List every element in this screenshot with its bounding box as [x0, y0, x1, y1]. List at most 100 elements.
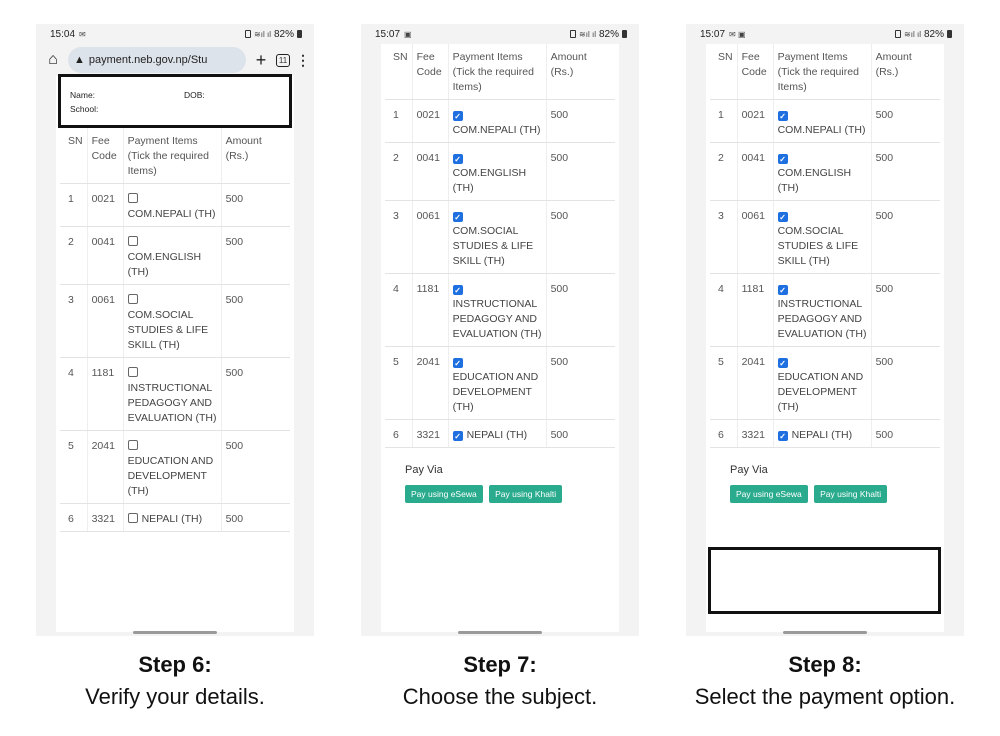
row-payment-item: NEPALI (TH) — [122, 503, 222, 532]
item-checkbox[interactable]: ✓ — [452, 358, 463, 368]
item-checkbox[interactable]: ✓ — [777, 212, 788, 222]
item-checkbox[interactable]: ✓ — [777, 285, 788, 295]
row-sn: 4 — [385, 273, 413, 347]
item-checkbox[interactable]: ✓ — [452, 111, 463, 121]
pay-via-label: Pay Via — [405, 464, 443, 476]
row-payment-item: ✓ COM.NEPALI (TH) — [447, 99, 547, 143]
row-sn: 4 — [60, 357, 88, 431]
item-checkbox[interactable]: ✓ — [777, 358, 788, 368]
item-checkbox[interactable]: ✓ — [777, 431, 788, 441]
row-payment-item: EDUCATION AND DEVELOPMENT (TH) — [122, 430, 222, 504]
step-description: Select the payment option. — [694, 684, 956, 709]
row-amount: 500 — [221, 503, 290, 532]
item-checkbox[interactable]: ✓ — [452, 212, 463, 222]
pay-esewa-button[interactable]: Pay using eSewa — [405, 485, 483, 503]
header-payment-items: Payment Items (Tick the required Items) — [772, 44, 872, 100]
url-bar[interactable]: ▲ payment.neb.gov.np/Stu — [68, 47, 246, 73]
more-menu-icon[interactable]: ⋮ — [296, 52, 310, 69]
item-label: EDUCATION AND DEVELOPMENT (TH) — [777, 371, 864, 413]
home-icon[interactable]: ⌂ — [44, 51, 62, 69]
table-row: 4 1181 ✓ INSTRUCTIONAL PEDAGOGY AND EVALUAT… — [385, 273, 615, 347]
table-row: 1 0021 COM.NEPALI (TH) 500 — [60, 183, 290, 227]
row-amount: 500 — [221, 226, 290, 285]
row-sn: 1 — [60, 183, 88, 227]
table-row: 5 2041 ✓ EDUCATION AND DEVELOPMENT (TH) 500 — [710, 346, 940, 420]
signal-icon: ≋ıl ıl — [254, 29, 271, 39]
item-checkbox[interactable] — [127, 193, 138, 203]
row-sn: 2 — [385, 142, 413, 201]
item-checkbox[interactable] — [127, 367, 138, 377]
phone-screenshot-step-7: 15:07 ▣ ≋ıl ıl 82% SN Fee Code Payment I… — [361, 24, 639, 636]
signal-icon: ≋ıl ıl — [579, 29, 596, 39]
item-label: COM.SOCIAL STUDIES & LIFE SKILL (TH) — [127, 309, 209, 351]
row-fee-code: 1181 — [736, 273, 774, 347]
item-label: INSTRUCTIONAL PEDAGOGY AND EVALUATION (T… — [452, 298, 542, 340]
browser-toolbar: ⌂ ▲ payment.neb.gov.np/Stu + 11 ⋮ — [36, 44, 314, 76]
row-amount: 500 — [221, 183, 290, 227]
item-checkbox[interactable]: ✓ — [452, 285, 463, 295]
row-fee-code: 0041 — [736, 142, 774, 201]
item-checkbox[interactable] — [127, 440, 138, 450]
row-payment-item: ✓ INSTRUCTIONAL PEDAGOGY AND EVALUATION (… — [772, 273, 872, 347]
row-payment-item: ✓ EDUCATION AND DEVELOPMENT (TH) — [772, 346, 872, 420]
row-fee-code: 1181 — [411, 273, 449, 347]
status-bar: 15:07 ✉ ▣ ≋ıl ıl 82% — [686, 24, 964, 44]
warning-icon: ▲ — [74, 54, 85, 66]
item-checkbox[interactable] — [127, 513, 138, 523]
gesture-bar — [458, 631, 542, 634]
tab-count-icon[interactable]: 11 — [276, 53, 290, 67]
new-tab-icon[interactable]: + — [252, 50, 270, 71]
item-checkbox[interactable] — [127, 294, 138, 304]
table-row: 3 0061 COM.SOCIAL STUDIES & LIFE SKILL (TH… — [60, 284, 290, 358]
row-amount: 500 — [546, 346, 615, 420]
sim-icon — [245, 30, 252, 38]
battery-icon — [622, 30, 627, 38]
item-checkbox[interactable]: ✓ — [452, 154, 463, 164]
row-sn: 1 — [710, 99, 738, 143]
item-label: COM.NEPALI (TH) — [452, 124, 541, 136]
table-row: 4 1181 INSTRUCTIONAL PEDAGOGY AND EVALUATI… — [60, 357, 290, 431]
row-amount: 500 — [221, 430, 290, 504]
row-sn: 2 — [60, 226, 88, 285]
table-row: 5 2041 EDUCATION AND DEVELOPMENT (TH) 500 — [60, 430, 290, 504]
header-fee-code: Fee Code — [736, 44, 774, 100]
row-sn: 3 — [385, 200, 413, 274]
payment-page: SN Fee Code Payment Items (Tick the requ… — [706, 44, 944, 632]
item-label: INSTRUCTIONAL PEDAGOGY AND EVALUATION (T… — [777, 298, 867, 340]
table-row: 2 0041 ✓ COM.ENGLISH (TH) 500 — [385, 142, 615, 201]
table-row: 3 0061 ✓ COM.SOCIAL STUDIES & LIFE SKILL (T… — [385, 200, 615, 274]
row-amount: 500 — [546, 200, 615, 274]
item-label: NEPALI (TH) — [466, 429, 528, 441]
sim-icon — [570, 30, 577, 38]
table-row: 6 3321 NEPALI (TH) 500 — [60, 503, 290, 532]
pay-khalti-button[interactable]: Pay using Khalti — [489, 485, 563, 503]
row-payment-item: ✓ INSTRUCTIONAL PEDAGOGY AND EVALUATION (… — [447, 273, 547, 347]
row-amount: 500 — [871, 419, 940, 448]
gesture-bar — [133, 631, 217, 634]
pay-khalti-button[interactable]: Pay using Khalti — [814, 485, 888, 503]
row-amount: 500 — [546, 99, 615, 143]
item-checkbox[interactable] — [127, 236, 138, 246]
header-fee-code: Fee Code — [86, 128, 124, 184]
header-payment-items: Payment Items (Tick the required Items) — [122, 128, 222, 184]
row-amount: 500 — [871, 273, 940, 347]
header-sn: SN — [385, 44, 413, 100]
item-label: NEPALI (TH) — [791, 429, 853, 441]
header-payment-items: Payment Items (Tick the required Items) — [447, 44, 547, 100]
status-time: 15:07 — [375, 28, 401, 40]
item-checkbox[interactable]: ✓ — [777, 154, 788, 164]
item-label: INSTRUCTIONAL PEDAGOGY AND EVALUATION (T… — [127, 382, 217, 424]
caption-step-7: Step 7: Choose the subject. — [335, 652, 665, 710]
item-label: NEPALI (TH) — [141, 513, 203, 525]
item-checkbox[interactable]: ✓ — [452, 431, 463, 441]
notification-icon: ✉ — [79, 29, 86, 39]
item-checkbox[interactable]: ✓ — [777, 111, 788, 121]
row-sn: 3 — [60, 284, 88, 358]
item-label: EDUCATION AND DEVELOPMENT (TH) — [452, 371, 539, 413]
row-fee-code: 0021 — [86, 183, 124, 227]
pay-esewa-button[interactable]: Pay using eSewa — [730, 485, 808, 503]
payment-page: SN Fee Code Payment Items (Tick the requ… — [381, 44, 619, 632]
status-bar: 15:04 ✉ ≋ıl ıl 82% — [36, 24, 314, 44]
row-sn: 5 — [385, 346, 413, 420]
fee-table-body: 1 0021 ✓ COM.NEPALI (TH) 500 2 0041 ✓ COM.ENGLIS… — [710, 99, 940, 448]
